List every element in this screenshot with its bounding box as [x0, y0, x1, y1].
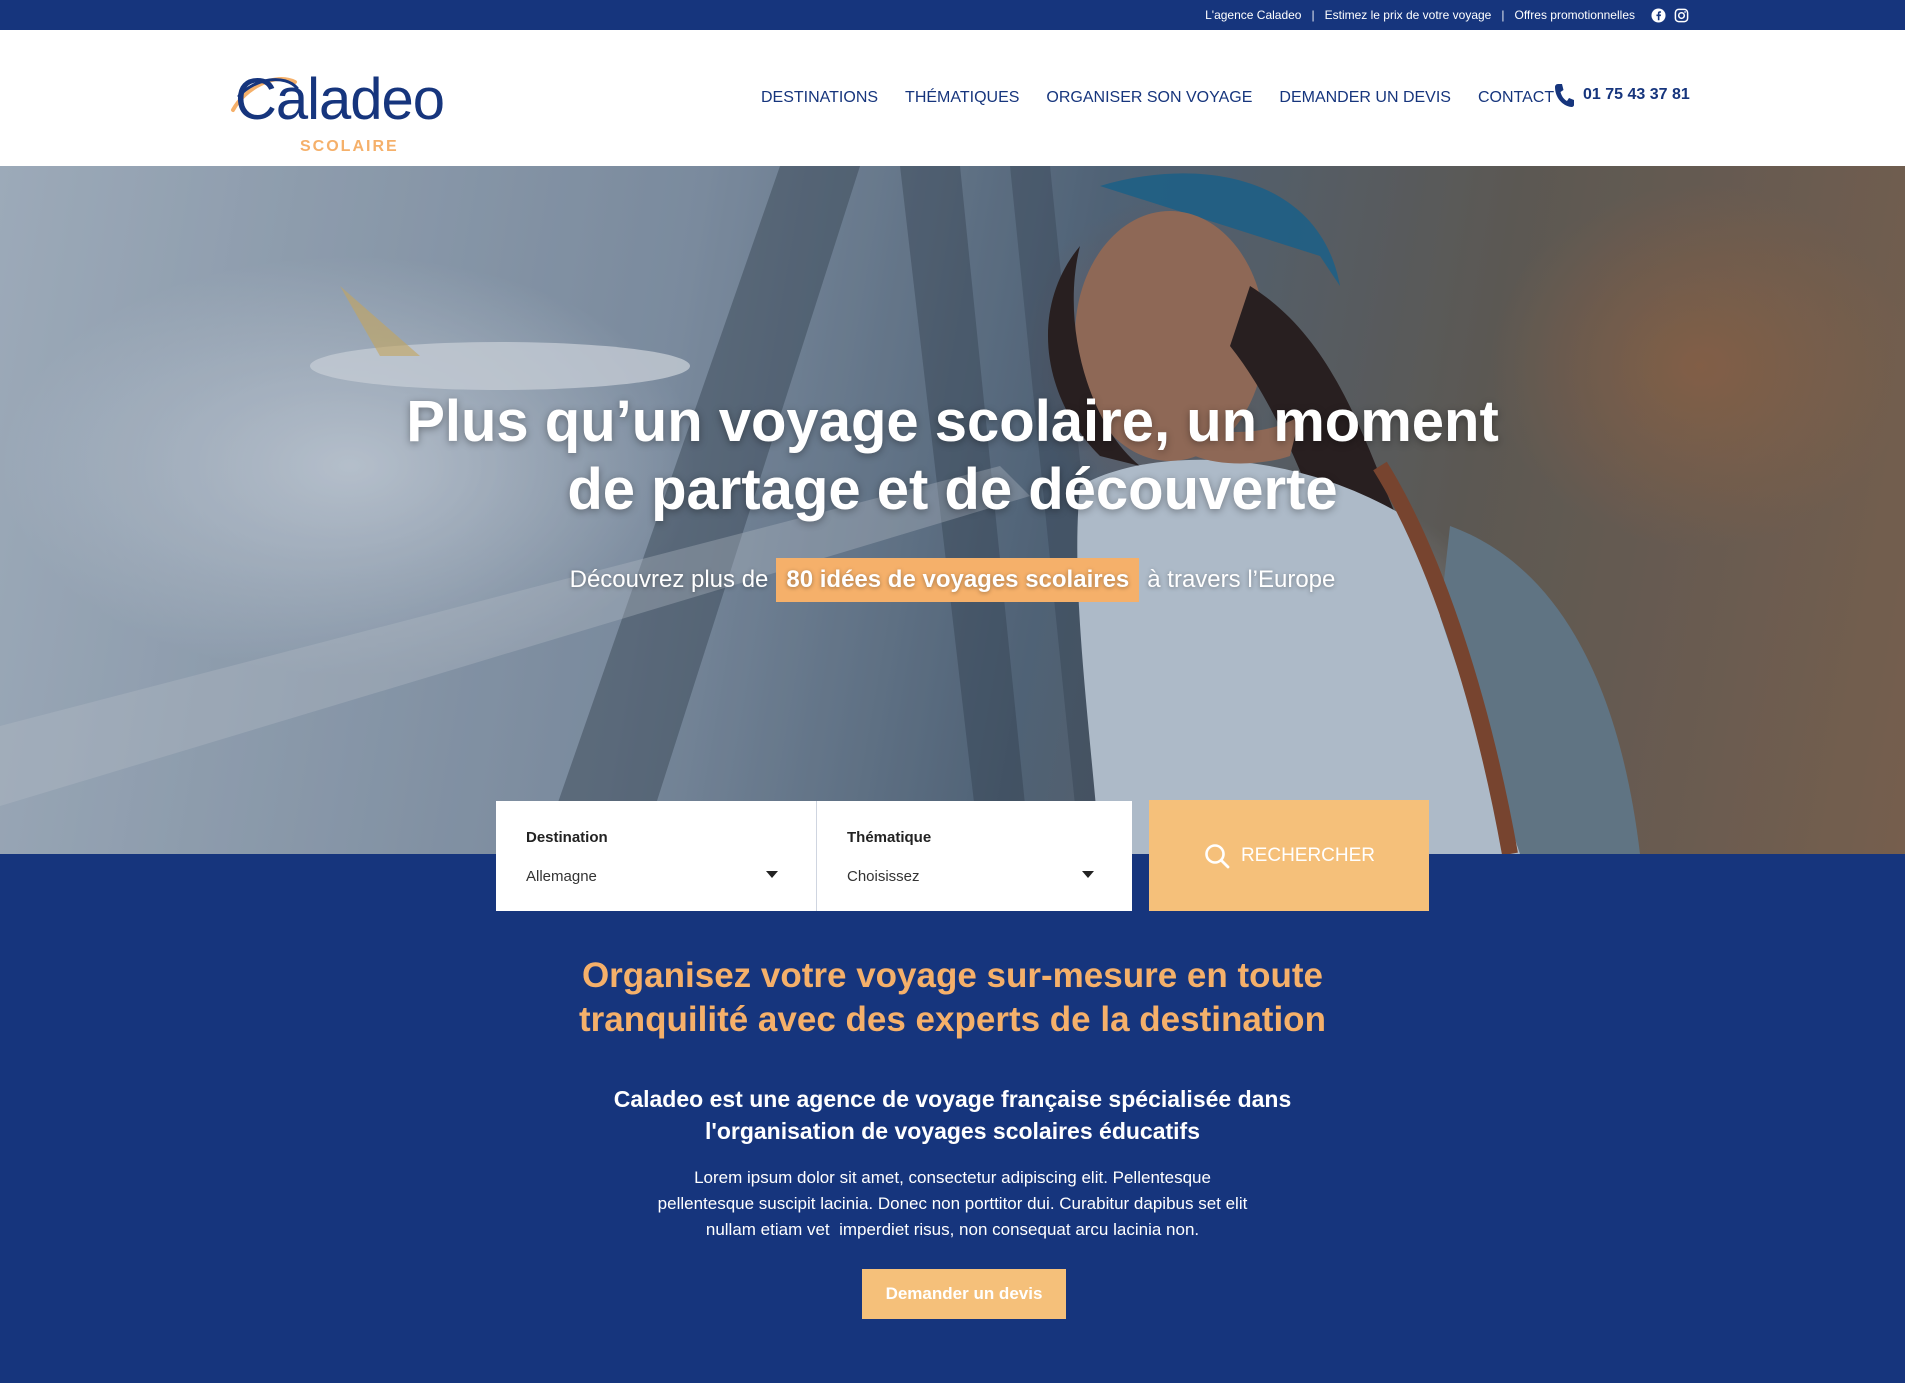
logo-subtitle: SCOLAIRE: [300, 138, 399, 155]
phone-icon: [1555, 84, 1574, 107]
nav-organiser[interactable]: ORGANISER SON VOYAGE: [1046, 89, 1252, 107]
nav-destinations[interactable]: DESTINATIONS: [761, 89, 878, 107]
hero-title-line1: Plus qu’un voyage scolaire, un moment: [406, 389, 1499, 454]
chevron-down-icon: [1082, 871, 1094, 878]
main-nav: DESTINATIONS THÉMATIQUES ORGANISER SON V…: [761, 30, 1554, 166]
separator: |: [1311, 8, 1315, 22]
intro-body-line1: Lorem ipsum dolor sit amet, consectetur …: [694, 1168, 1211, 1187]
top-link-agence[interactable]: L'agence Caladeo: [1205, 8, 1301, 22]
search-icon: [1205, 843, 1230, 868]
destination-label: Destination: [526, 829, 608, 846]
theme-value: Choisissez: [847, 868, 920, 885]
intro-title-line1: Organisez votre voyage sur-mesure en tou…: [581, 956, 1324, 995]
hero-sub-before: Découvrez plus de: [569, 566, 769, 593]
hero-sub-after: à travers l’Europe: [1147, 566, 1336, 593]
phone-number: 01 75 43 37 81: [1583, 86, 1690, 103]
theme-label: Thématique: [847, 829, 932, 846]
logo-wordmark: Caladeo: [235, 67, 445, 132]
search-button-label: RECHERCHER: [1240, 844, 1376, 866]
phone-link[interactable]: 01 75 43 37 81: [1553, 82, 1690, 108]
intro-body-line2: pellentesque suscipit lacinia. Donec non…: [657, 1194, 1248, 1213]
site-header: Caladeo SCOLAIRE DESTINATIONS THÉMATIQUE…: [0, 30, 1905, 166]
facebook-icon[interactable]: [1651, 7, 1666, 23]
top-link-estimate[interactable]: Estimez le prix de votre voyage: [1325, 8, 1492, 22]
intro-body: Lorem ipsum dolor sit amet, consectetur …: [0, 1165, 1905, 1243]
request-quote-button[interactable]: Demander un devis: [862, 1269, 1066, 1319]
hero-subtitle: Découvrez plus de 80 idées de voyages sc…: [0, 558, 1905, 602]
intro-subtitle: Caladeo est une agence de voyage françai…: [0, 1083, 1905, 1147]
top-bar: L'agence Caladeo | Estimez le prix de vo…: [0, 0, 1905, 30]
destination-value: Allemagne: [526, 868, 597, 885]
top-link-promos[interactable]: Offres promotionnelles: [1514, 8, 1635, 22]
hero-banner: Plus qu’un voyage scolaire, un moment de…: [0, 166, 1905, 854]
search-button[interactable]: RECHERCHER: [1149, 800, 1429, 911]
hero-title: Plus qu’un voyage scolaire, un moment de…: [0, 388, 1905, 524]
destination-select[interactable]: Destination Allemagne: [496, 801, 816, 911]
intro-sub-line2: l'organisation de voyages scolaires éduc…: [704, 1118, 1201, 1144]
social-links: [1651, 7, 1689, 23]
intro-sub-line1: Caladeo est une agence de voyage françai…: [613, 1086, 1292, 1112]
logo[interactable]: Caladeo SCOLAIRE: [225, 52, 495, 155]
top-links: L'agence Caladeo | Estimez le prix de vo…: [1205, 0, 1689, 30]
nav-contact[interactable]: CONTACT: [1478, 89, 1554, 107]
intro-title-line2: tranquilité avec des experts de la desti…: [579, 1000, 1326, 1039]
separator: |: [1501, 8, 1505, 22]
nav-devis[interactable]: DEMANDER UN DEVIS: [1279, 89, 1451, 107]
chevron-down-icon: [766, 871, 778, 878]
nav-thematiques[interactable]: THÉMATIQUES: [905, 89, 1019, 107]
hero-sub-highlight: 80 idées de voyages scolaires: [776, 558, 1140, 602]
intro-section: Organisez votre voyage sur-mesure en tou…: [0, 854, 1905, 1385]
instagram-icon[interactable]: [1674, 8, 1689, 23]
intro-body-line3: nullam etiam vet imperdiet risus, non co…: [705, 1220, 1200, 1239]
intro-title: Organisez votre voyage sur-mesure en tou…: [0, 954, 1905, 1042]
theme-select[interactable]: Thématique Choisissez: [816, 801, 1132, 911]
hero-title-line2: de partage et de découverte: [567, 457, 1338, 522]
search-form: Destination Allemagne Thématique Choisis…: [496, 800, 1429, 911]
